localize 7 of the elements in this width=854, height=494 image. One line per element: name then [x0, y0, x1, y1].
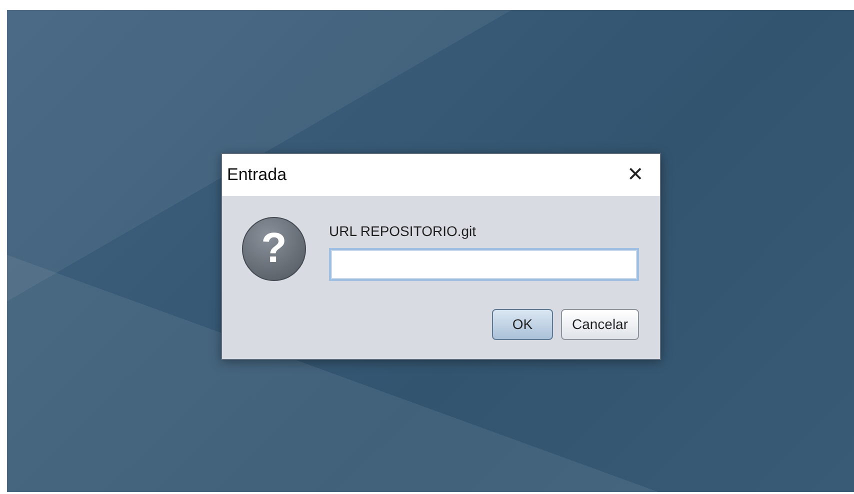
window-title: Entrada: [227, 164, 287, 186]
prompt-label: URL REPOSITORIO.git: [329, 222, 478, 241]
dialog-button[interactable]: Cancelar: [560, 309, 639, 340]
close-button[interactable]: ✕: [623, 163, 648, 187]
question-icon: ?: [242, 217, 306, 281]
input-field[interactable]: [329, 248, 639, 281]
dialog-button[interactable]: OK: [492, 309, 553, 340]
